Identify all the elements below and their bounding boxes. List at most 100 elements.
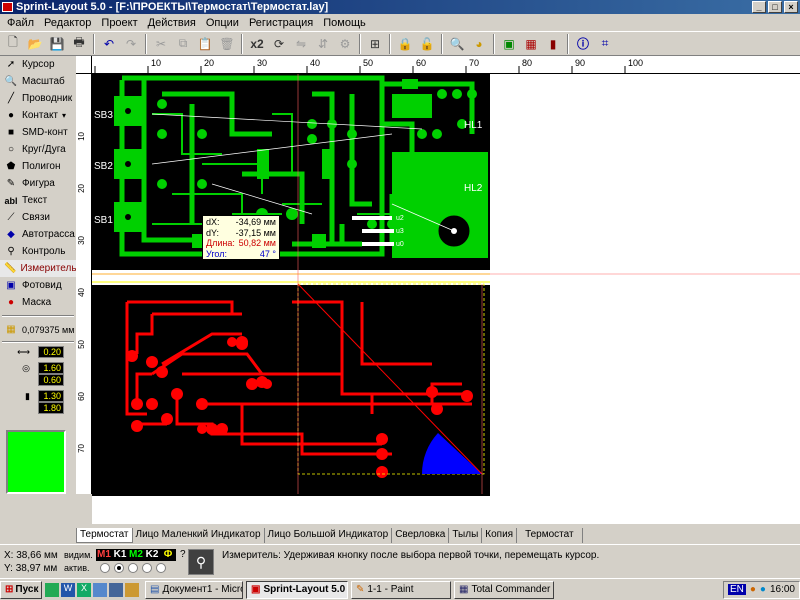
tab-drilling[interactable]: Сверловка xyxy=(392,528,450,543)
layer-k2[interactable]: K2 xyxy=(144,549,160,561)
help-question[interactable]: ? xyxy=(180,549,186,561)
crop-icon[interactable]: ⌗ xyxy=(594,33,616,55)
rotate-icon[interactable]: ⟳ xyxy=(268,33,290,55)
cut-icon[interactable]: ✂ xyxy=(150,33,172,55)
menu-file[interactable]: Файл xyxy=(2,17,39,29)
lock-icon[interactable]: 🔒 xyxy=(394,33,416,55)
tool-figure[interactable]: ✎ Фигура xyxy=(0,175,76,192)
pad-dropdown-arrow[interactable]: ▾ xyxy=(62,111,66,120)
menu-register[interactable]: Регистрация xyxy=(244,17,318,29)
delete-icon[interactable]: 🗑 xyxy=(216,33,238,55)
layer-k1[interactable]: K1 xyxy=(112,549,128,561)
track-width-field[interactable]: ⟷ 0.20 xyxy=(0,346,76,358)
minimize-button[interactable]: _ xyxy=(752,1,766,13)
tool-track[interactable]: ╱ Проводник xyxy=(0,90,76,107)
pcb-drawing[interactable]: SB3 SB2 SB1 HL1 HL2 u2 u3 u0 xyxy=(92,74,800,524)
new-icon[interactable]: 🗋 xyxy=(2,33,24,55)
group-icon[interactable]: ⊞ xyxy=(364,33,386,55)
tool-zoom[interactable]: 🔍 Масштаб xyxy=(0,73,76,90)
tool-control[interactable]: ⚲ Контроль xyxy=(0,243,76,260)
tab-copy[interactable]: Копия xyxy=(482,528,518,543)
task-word[interactable]: ▤Документ1 - Micro... xyxy=(145,580,243,599)
print-icon[interactable]: 🖶 xyxy=(68,33,90,55)
start-button[interactable]: ⊞ Пуск xyxy=(0,580,42,599)
pad-outer-field[interactable]: ◎ 1.60 xyxy=(0,362,76,374)
copy-icon[interactable]: ⧉ xyxy=(172,33,194,55)
desktop-icon[interactable] xyxy=(109,582,123,597)
app-icon-q[interactable] xyxy=(93,582,107,597)
tool-pad[interactable]: ● Контакт ▾ xyxy=(0,107,76,124)
tray-icon[interactable]: ● xyxy=(750,584,756,595)
radio-f[interactable] xyxy=(156,563,166,573)
radio-m1[interactable] xyxy=(100,563,110,573)
drc2-icon[interactable]: ▦ xyxy=(520,33,542,55)
doc-icon: ▤ xyxy=(150,584,160,595)
tool-smd[interactable]: ■ SMD-конт xyxy=(0,124,76,141)
open-icon[interactable]: 📂 xyxy=(24,33,46,55)
grid-setting[interactable]: ▦ 0,079375 мм xyxy=(0,321,76,338)
paste-icon[interactable]: 📋 xyxy=(194,33,216,55)
quicklaunch-icon[interactable] xyxy=(45,582,59,597)
save-icon[interactable]: 💾 xyxy=(46,33,68,55)
pacman-icon[interactable]: ◕ xyxy=(468,33,490,55)
tool-text[interactable]: abl Текст xyxy=(0,192,76,209)
zoom-icon[interactable]: 🔍 xyxy=(446,33,468,55)
menu-project[interactable]: Проект xyxy=(96,17,142,29)
radio-m2[interactable] xyxy=(128,563,138,573)
menu-options[interactable]: Опции xyxy=(201,17,244,29)
align-icon[interactable]: ⚙ xyxy=(334,33,356,55)
close-button[interactable]: × xyxy=(784,1,798,13)
tab-thermostat-2[interactable]: Термостат xyxy=(517,528,583,543)
meter-icon[interactable]: ▮ xyxy=(542,33,564,55)
menu-help[interactable]: Помощь xyxy=(318,17,371,29)
tool-circle[interactable]: ○ Круг/Дуга xyxy=(0,141,76,158)
menu-actions[interactable]: Действия xyxy=(143,17,201,29)
tool-measure[interactable]: 📏 Измеритель xyxy=(0,260,77,277)
info-icon[interactable]: ⓘ xyxy=(572,33,594,55)
maximize-button[interactable]: □ xyxy=(768,1,782,13)
toolbar-separator xyxy=(93,33,95,54)
task-sprint-layout[interactable]: ▣ Sprint-Layout 5.0 xyxy=(246,580,348,599)
task-paint[interactable]: ✎ 1-1 - Paint xyxy=(351,580,451,599)
pad-inner-field[interactable]: 0.60 xyxy=(0,374,76,386)
tool-links[interactable]: ⟋ Связи xyxy=(0,209,76,226)
layer-f[interactable]: Ф xyxy=(160,549,176,561)
redo-icon[interactable]: ↷ xyxy=(120,33,142,55)
layer-color-swatch[interactable] xyxy=(6,430,66,494)
toolbar-separator xyxy=(567,33,569,54)
radio-k2[interactable] xyxy=(142,563,152,573)
tab-small-indicator[interactable]: Лицо Маленкий Индикатор xyxy=(133,528,265,543)
layer-m1[interactable]: M1 xyxy=(96,549,112,561)
smd-h-field[interactable]: 1.80 xyxy=(0,402,76,414)
mirror-v-icon[interactable]: ⇵ xyxy=(312,33,334,55)
tab-backs[interactable]: Тылы xyxy=(449,528,483,543)
tool-polygon[interactable]: ⬟ Полигон xyxy=(0,158,76,175)
tool-autoroute[interactable]: ◆ Автотрасса xyxy=(0,226,76,243)
measure-tool-icon: ⚲ xyxy=(188,549,214,575)
layer-labels: видим. актив. xyxy=(64,550,93,573)
tab-big-indicator[interactable]: Лицо Большой Индикатор xyxy=(265,528,393,543)
language-indicator[interactable]: EN xyxy=(727,584,746,595)
undo-icon[interactable]: ↶ xyxy=(98,33,120,55)
zoom2-button[interactable]: x2 xyxy=(246,33,268,55)
cursor-icon: ➚ xyxy=(6,59,16,70)
tool-mask[interactable]: ● Маска xyxy=(0,294,76,311)
email-icon[interactable] xyxy=(125,582,139,597)
unlock-icon[interactable]: 🔓 xyxy=(416,33,438,55)
tray-icon[interactable]: ● xyxy=(760,584,766,595)
tool-photo[interactable]: ▣ Фотовид xyxy=(0,277,76,294)
word-icon[interactable]: W xyxy=(61,582,75,597)
toolbar-separator xyxy=(389,33,391,54)
clock: 16:00 xyxy=(769,584,795,595)
tab-thermostat[interactable]: Термостат xyxy=(76,528,133,543)
tool-cursor[interactable]: ➚ Курсор xyxy=(0,56,76,73)
layer-m2[interactable]: M2 xyxy=(128,549,144,561)
pcb-canvas[interactable]: SB3 SB2 SB1 HL1 HL2 u2 u3 u0 dX: -34,69 … xyxy=(92,74,800,524)
task-total-commander[interactable]: ▦Total Commander 7.... xyxy=(454,580,554,599)
menu-edit[interactable]: Редактор xyxy=(39,17,96,29)
drc-icon[interactable]: ▣ xyxy=(498,33,520,55)
radio-k1[interactable] xyxy=(114,563,124,573)
excel-icon[interactable]: X xyxy=(77,582,91,597)
smd-w-field[interactable]: ▮ 1.30 xyxy=(0,390,76,402)
mirror-h-icon[interactable]: ⇋ xyxy=(290,33,312,55)
